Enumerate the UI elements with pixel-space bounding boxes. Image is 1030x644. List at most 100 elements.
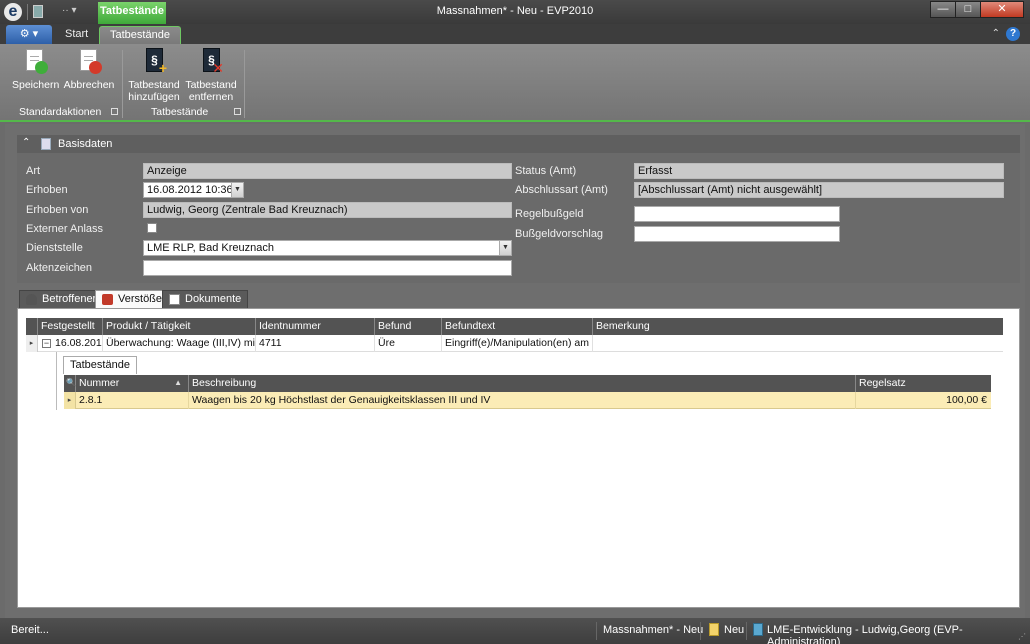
ribbon-tab-row: ⚙ ▾ Start Tatbestände ⌃ ? <box>0 24 1030 44</box>
erhoben-value: 16.08.2012 10:36 <box>147 184 233 196</box>
cell-produkt: Überwachung: Waage (III,IV) mit ... <box>103 335 256 352</box>
window-title: Massnahmen* - Neu - EVP2010 <box>436 5 594 17</box>
remove-tatbestand-button[interactable]: § ✕ Tatbestand entfernen <box>184 48 238 103</box>
cell-bemerkung <box>593 335 1003 352</box>
status-separator <box>596 622 597 640</box>
status-label: Status (Amt) <box>515 165 577 177</box>
aktenzeichen-input[interactable] <box>143 260 512 276</box>
chevron-down-icon[interactable]: ▼ <box>499 241 511 255</box>
column-header[interactable]: Festgestellt <box>38 318 103 335</box>
tab-verstoesse[interactable]: Verstöße <box>95 290 170 309</box>
content-area: ⌃ Basisdaten Art Anzeige Erhoben 16.08.2… <box>5 124 1025 618</box>
chevron-down-icon[interactable]: ▼ <box>231 183 243 197</box>
group-separator <box>122 50 123 118</box>
cell-festgestellt: 16.08.201... <box>52 335 103 352</box>
maximize-button[interactable]: □ <box>955 1 981 18</box>
column-header-label: Nummer <box>79 377 120 389</box>
status-separator <box>700 622 701 640</box>
status-text: Bereit... <box>11 624 49 636</box>
group-launcher-icon[interactable] <box>234 108 241 115</box>
column-header[interactable]: Bemerkung <box>593 318 1003 335</box>
help-icon[interactable]: ? <box>1006 27 1020 41</box>
minimize-button[interactable]: — <box>930 1 956 18</box>
basisdaten-header[interactable]: ⌃ Basisdaten <box>17 135 1020 153</box>
save-button[interactable]: Speichern <box>12 48 60 91</box>
remove-tatbestand-label-2: entfernen <box>188 91 234 103</box>
status-user: LME-Entwicklung - Ludwig,Georg (EVP-Admi… <box>767 624 963 644</box>
cell-regelsatz: 100,00 € <box>946 394 987 406</box>
cell-befund: Üre <box>375 335 442 352</box>
dienststelle-select[interactable]: LME RLP, Bad Kreuznach ▼ <box>143 240 512 256</box>
application-menu-button[interactable]: ⚙ ▾ <box>6 25 52 44</box>
bussgeldvorschlag-label: Bußgeldvorschlag <box>515 228 604 240</box>
close-button[interactable]: ✕ <box>980 1 1024 18</box>
regelbussgeld-input[interactable] <box>634 206 840 222</box>
window-controls: — □ ✕ <box>930 1 1024 18</box>
collapse-chevron-icon[interactable]: ⌃ <box>22 137 30 148</box>
user-icon <box>753 623 763 636</box>
regelbussgeld-label: Regelbußgeld <box>515 208 584 220</box>
status-separator <box>746 622 747 640</box>
row-indicator-icon: ▸ <box>64 392 76 409</box>
tab-start[interactable]: Start <box>55 26 98 44</box>
table-row[interactable]: ▸ 2.8.1 Waagen bis 20 kg Höchstlast der … <box>64 392 991 409</box>
externer-anlass-label: Externer Anlass <box>26 223 104 235</box>
column-header[interactable]: Befundtext <box>442 318 593 335</box>
cancel-button[interactable]: Abbrechen <box>63 48 115 91</box>
erhoben-von-label: Erhoben von <box>26 204 89 216</box>
paragraph-remove-icon: § ✕ <box>198 48 224 76</box>
add-tatbestand-button[interactable]: § + Tatbestand hinzufügen <box>127 48 181 103</box>
column-header[interactable]: Regelsatz <box>856 375 991 392</box>
column-header[interactable]: Nummer ▲ <box>76 375 189 392</box>
paragraph-add-icon: § + <box>141 48 167 76</box>
verstoesse-panel: Festgestellt Produkt / Tätigkeit Identnu… <box>17 308 1020 608</box>
document-icon <box>169 294 180 305</box>
group-separator <box>244 50 245 118</box>
status-bar: Bereit... Massnahmen* - Neu Neu LME-Entw… <box>0 618 1030 644</box>
save-check-icon <box>22 48 48 76</box>
tab-tatbestaende-detail[interactable]: Tatbestände <box>63 356 137 374</box>
cell-befundtext: Eingriff(e)/Manipulation(en) am ... <box>442 335 593 352</box>
table-row[interactable]: ▸ − 16.08.201... Überwachung: Waage (III… <box>26 335 1003 352</box>
column-header[interactable]: Befund <box>375 318 442 335</box>
remove-tatbestand-label-1: Tatbestand <box>185 79 237 91</box>
tab-betroffener[interactable]: Betroffener <box>19 290 104 308</box>
person-icon <box>26 294 37 305</box>
new-document-icon <box>709 623 719 636</box>
bussgeldvorschlag-input[interactable] <box>634 226 840 242</box>
tab-dokumente-label: Dokumente <box>185 293 242 305</box>
row-indicator-icon: ▸ <box>26 335 38 352</box>
cancel-icon <box>76 48 102 76</box>
tab-dokumente[interactable]: Dokumente <box>162 290 249 308</box>
column-header[interactable]: Beschreibung <box>189 375 856 392</box>
abschlussart-field: [Abschlussart (Amt) nicht ausgewählt] <box>634 182 1004 198</box>
tab-tatbestaende[interactable]: Tatbestände <box>99 26 181 44</box>
status-context: Massnahmen* - Neu <box>603 624 704 636</box>
cancel-button-label: Abbrechen <box>63 79 115 91</box>
save-button-label: Speichern <box>12 79 60 91</box>
basisdaten-body: Art Anzeige Erhoben 16.08.2012 10:36 ▼ E… <box>17 153 1020 283</box>
column-header[interactable]: Identnummer <box>256 318 375 335</box>
collapse-row-icon[interactable]: − <box>42 339 51 348</box>
erhoben-von-field: Ludwig, Georg (Zentrale Bad Kreuznach) <box>143 202 512 218</box>
art-label: Art <box>26 165 41 177</box>
status-mode: Neu <box>724 624 745 636</box>
resize-grip-icon[interactable]: ⋰ <box>1018 632 1028 642</box>
erhoben-label: Erhoben <box>26 184 68 196</box>
title-bar: e ·· ▾ Tatbestände Massnahmen* - Neu - E… <box>0 0 1030 24</box>
erhoben-datetime-field[interactable]: 16.08.2012 10:36 ▼ <box>143 182 244 198</box>
externer-anlass-checkbox[interactable] <box>147 223 157 233</box>
tatbestaende-grid-header: 🔍 Nummer ▲ Beschreibung Regelsatz <box>64 375 991 392</box>
filter-header[interactable]: 🔍 <box>64 375 76 392</box>
search-icon[interactable]: 🔍 <box>66 378 76 387</box>
sort-ascending-icon: ▲ <box>174 378 182 387</box>
cell-nummer: 2.8.1 <box>76 392 189 409</box>
dienststelle-value: LME RLP, Bad Kreuznach <box>147 242 274 254</box>
cell-beschreibung: Waagen bis 20 kg Höchstlast der Genauigk… <box>189 392 856 409</box>
group-label-standardaktionen: Standardaktionen <box>19 106 102 118</box>
group-launcher-icon[interactable] <box>111 108 118 115</box>
column-header[interactable]: Produkt / Tätigkeit <box>103 318 256 335</box>
ribbon-minimize-icon[interactable]: ⌃ <box>992 28 1000 39</box>
basisdaten-title: Basisdaten <box>58 138 113 150</box>
row-indicator-header <box>26 318 38 335</box>
